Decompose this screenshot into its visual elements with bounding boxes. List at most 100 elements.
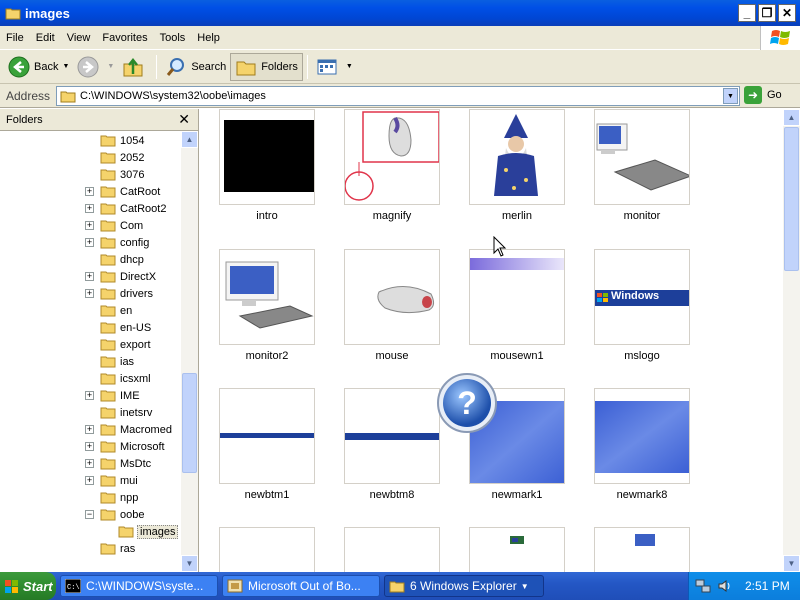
tree-item-drivers[interactable]: + drivers xyxy=(0,285,182,302)
tree-item-3076[interactable]: 3076 xyxy=(0,166,182,183)
task-windows-explorer[interactable]: 6 Windows Explorer ▼ xyxy=(384,575,544,597)
thumbnail-caption[interactable]: newmark1 xyxy=(457,489,577,501)
thumbnail-magnify[interactable] xyxy=(344,109,440,205)
thumbnail-intro[interactable] xyxy=(219,109,315,205)
tree-item-macromed[interactable]: + Macromed xyxy=(0,421,182,438)
thumbnail-caption[interactable]: mslogo xyxy=(582,350,702,362)
scroll-down-icon[interactable]: ▼ xyxy=(783,555,800,572)
expand-icon[interactable]: + xyxy=(85,425,94,434)
go-button[interactable]: ➜ Go xyxy=(744,86,782,104)
chevron-down-icon[interactable]: ▼ xyxy=(723,88,738,104)
tree-item-inetsrv[interactable]: inetsrv xyxy=(0,404,182,421)
thumbnail-newmark8[interactable] xyxy=(594,388,690,484)
search-button[interactable]: Search xyxy=(161,53,230,81)
tree-item-directx[interactable]: + DirectX xyxy=(0,268,182,285)
expand-icon[interactable]: + xyxy=(85,221,94,230)
thumbnail-caption[interactable]: mouse xyxy=(332,350,452,362)
folders-button[interactable]: Folders xyxy=(230,52,303,81)
menu-view[interactable]: View xyxy=(61,32,97,44)
thumbnail-merlin[interactable] xyxy=(469,109,565,205)
tree-item-images[interactable]: images xyxy=(0,523,182,540)
tree-item-en[interactable]: en xyxy=(0,302,182,319)
tree-item-config[interactable]: + config xyxy=(0,234,182,251)
restore-button[interactable]: ❐ xyxy=(758,4,776,22)
collapse-icon[interactable]: − xyxy=(85,510,94,519)
tree-item-npp[interactable]: npp xyxy=(0,489,182,506)
expand-icon[interactable]: + xyxy=(85,459,94,468)
scroll-thumb[interactable] xyxy=(182,373,197,473)
start-button[interactable]: Start xyxy=(0,572,56,600)
thumbnail-mousewn1[interactable] xyxy=(469,249,565,345)
expand-icon[interactable]: + xyxy=(85,238,94,247)
tree-item-mui[interactable]: + mui xyxy=(0,472,182,489)
back-button[interactable]: Back ▼ xyxy=(4,53,73,81)
tree-item-com[interactable]: + Com xyxy=(0,217,182,234)
network-icon[interactable] xyxy=(695,578,711,594)
scroll-down-icon[interactable]: ▼ xyxy=(181,555,198,572)
expand-icon[interactable]: + xyxy=(85,289,94,298)
tree-item-export[interactable]: export xyxy=(0,336,182,353)
task-out-of-box[interactable]: Microsoft Out of Bo... xyxy=(222,575,380,597)
menu-file[interactable]: File xyxy=(0,32,30,44)
close-icon[interactable]: ✕ xyxy=(178,111,190,128)
thumbnail-caption[interactable]: magnify xyxy=(332,210,452,222)
tree-item-en-us[interactable]: en-US xyxy=(0,319,182,336)
thumbnail-mslogo[interactable]: Windows xyxy=(594,249,690,345)
thumbnail-newbtm8[interactable] xyxy=(344,388,440,484)
expand-icon[interactable]: + xyxy=(85,272,94,281)
menu-edit[interactable]: Edit xyxy=(30,32,61,44)
tree-item-ime[interactable]: + IME xyxy=(0,387,182,404)
thumbnail[interactable] xyxy=(594,527,690,572)
thumbnail-caption[interactable]: newbtm1 xyxy=(207,489,327,501)
up-folder-button[interactable] xyxy=(118,53,152,81)
thumbnail-caption[interactable]: monitor xyxy=(582,210,702,222)
tree-item-catroot[interactable]: + CatRoot xyxy=(0,183,182,200)
tree-item-catroot2[interactable]: + CatRoot2 xyxy=(0,200,182,217)
tree-item-msdtc[interactable]: + MsDtc xyxy=(0,455,182,472)
views-button[interactable]: ▼ xyxy=(312,53,357,81)
thumbnail-monitor[interactable] xyxy=(594,109,690,205)
expand-icon[interactable]: + xyxy=(85,476,94,485)
expand-icon[interactable]: + xyxy=(85,391,94,400)
thumbnail-caption[interactable]: merlin xyxy=(457,210,577,222)
scroll-up-icon[interactable]: ▲ xyxy=(181,131,198,148)
address-input[interactable]: C:\WINDOWS\system32\oobe\images ▼ xyxy=(56,86,740,106)
tree-item-icsxml[interactable]: icsxml xyxy=(0,370,182,387)
file-view-scrollbar[interactable]: ▲ ▼ xyxy=(783,109,800,572)
tree-item-1054[interactable]: 1054 xyxy=(0,132,182,149)
thumbnail-mouse[interactable] xyxy=(344,249,440,345)
tree-item-ras[interactable]: ras xyxy=(0,540,182,557)
forward-button[interactable]: ▼ xyxy=(73,53,118,81)
chevron-down-icon[interactable]: ▼ xyxy=(62,63,69,70)
tree-item-oobe[interactable]: − oobe xyxy=(0,506,182,523)
thumbnail-newbtm1[interactable] xyxy=(219,388,315,484)
tree-item-ias[interactable]: ias xyxy=(0,353,182,370)
task-command-prompt[interactable]: C:\ C:\WINDOWS\syste... xyxy=(60,575,218,597)
thumbnail-caption[interactable]: newbtm8 xyxy=(332,489,452,501)
tree-item-2052[interactable]: 2052 xyxy=(0,149,182,166)
folders-scrollbar[interactable]: ▲ ▼ xyxy=(181,131,198,572)
chevron-down-icon[interactable]: ▼ xyxy=(346,63,353,70)
minimize-button[interactable]: _ xyxy=(738,4,756,22)
close-button[interactable]: ✕ xyxy=(778,4,796,22)
thumbnail[interactable] xyxy=(469,527,565,572)
menu-tools[interactable]: Tools xyxy=(154,32,192,44)
tree-item-microsoft[interactable]: + Microsoft xyxy=(0,438,182,455)
scroll-up-icon[interactable]: ▲ xyxy=(783,109,800,126)
menu-favorites[interactable]: Favorites xyxy=(96,32,153,44)
thumbnail-caption[interactable]: intro xyxy=(207,210,327,222)
title-bar[interactable]: images _ ❐ ✕ xyxy=(0,0,800,26)
volume-icon[interactable] xyxy=(717,578,733,594)
thumbnail-caption[interactable]: monitor2 xyxy=(207,350,327,362)
expand-icon[interactable]: + xyxy=(85,442,94,451)
thumbnail-caption[interactable]: newmark8 xyxy=(582,489,702,501)
expand-icon[interactable]: + xyxy=(85,187,94,196)
help-icon[interactable]: ? xyxy=(436,372,498,434)
tree-item-dhcp[interactable]: dhcp xyxy=(0,251,182,268)
thumbnail-caption[interactable]: mousewn1 xyxy=(457,350,577,362)
thumbnail[interactable] xyxy=(219,527,315,572)
expand-icon[interactable]: + xyxy=(85,204,94,213)
chevron-down-icon[interactable]: ▼ xyxy=(107,63,114,70)
menu-help[interactable]: Help xyxy=(191,32,226,44)
scroll-thumb[interactable] xyxy=(784,127,799,271)
